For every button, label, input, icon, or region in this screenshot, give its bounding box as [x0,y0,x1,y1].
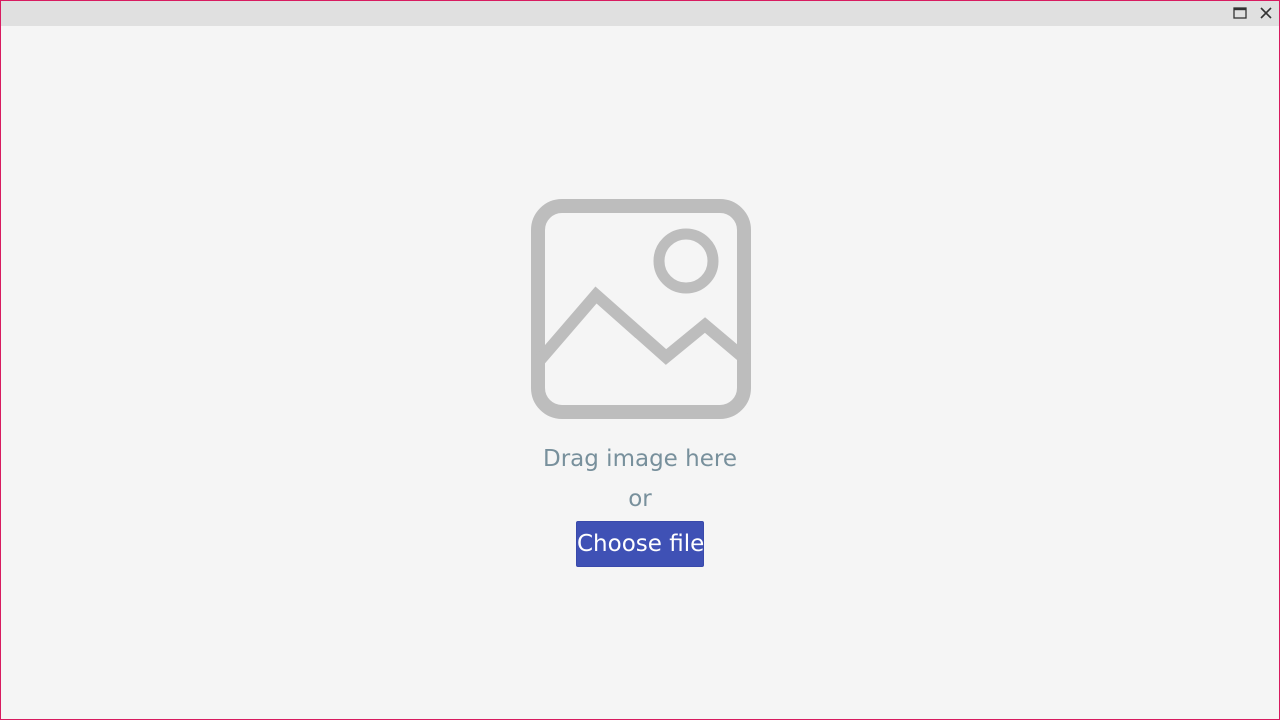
choose-file-button[interactable]: Choose file [576,521,704,567]
close-icon [1259,5,1273,24]
drag-image-text: Drag image here [543,446,737,472]
maximize-button[interactable] [1229,3,1251,25]
image-drop-zone[interactable]: Drag image here or Choose file [1,26,1279,719]
or-text: or [628,486,652,512]
close-button[interactable] [1255,3,1277,25]
app-window: Drag image here or Choose file [0,0,1280,720]
image-placeholder-icon [530,198,752,420]
maximize-icon [1233,5,1247,24]
title-bar[interactable] [1,1,1279,26]
